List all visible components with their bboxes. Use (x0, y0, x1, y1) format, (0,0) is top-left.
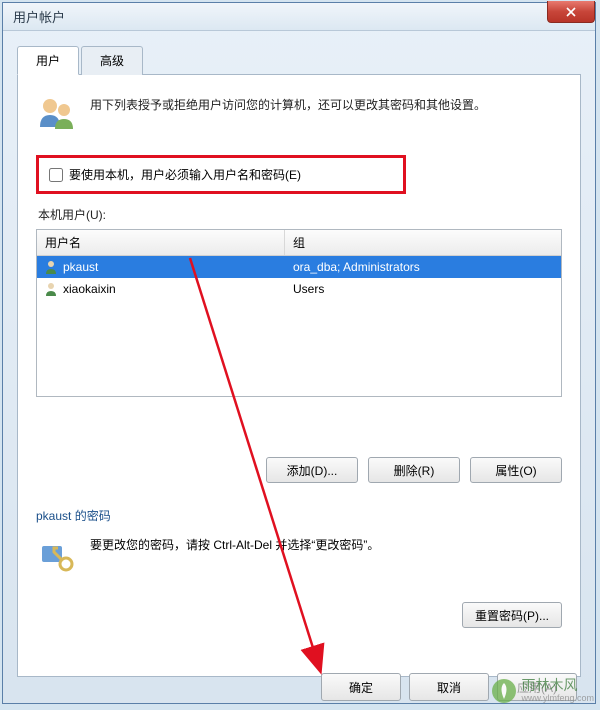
intro-row: 用下列表授予或拒绝用户访问您的计算机，还可以更改其密码和其他设置。 (36, 93, 562, 135)
tab-strip: 用户 高级 (17, 45, 581, 75)
watermark-text: 雨林木风 www.ylmfeng.com (521, 678, 594, 703)
titlebar: 用户帐户 (3, 3, 595, 31)
table-row[interactable]: xiaokaixin Users (37, 278, 561, 300)
tab-users[interactable]: 用户 (17, 46, 79, 75)
table-header: 用户名 组 (37, 230, 561, 256)
password-info-row: 要更改您的密码，请按 Ctrl-Alt-Del 并选择“更改密码”。 (36, 536, 562, 576)
user-buttons-row: 添加(D)... 删除(R) 属性(O) (36, 457, 562, 483)
reset-password-row: 重置密码(P)... (36, 602, 562, 628)
watermark: 雨林木风 www.ylmfeng.com (491, 678, 594, 704)
require-password-label: 要使用本机，用户必须输入用户名和密码(E) (69, 166, 301, 183)
group-cell: ora_dba; Administrators (285, 260, 561, 274)
user-icon (43, 259, 59, 275)
username-cell: xiaokaixin (63, 282, 285, 296)
user-accounts-window: 用户帐户 用户 高级 用下列表授予或拒绝用户访问您的计算机，还可以更改其密码和其… (2, 2, 596, 704)
password-legend: pkaust 的密码 (36, 507, 562, 524)
user-icon (43, 281, 59, 297)
close-button[interactable] (547, 1, 595, 23)
password-info-text: 要更改您的密码，请按 Ctrl-Alt-Del 并选择“更改密码”。 (90, 536, 379, 576)
cancel-button[interactable]: 取消 (409, 673, 489, 701)
delete-button[interactable]: 删除(R) (368, 457, 460, 483)
close-icon (566, 7, 576, 17)
reset-password-button[interactable]: 重置密码(P)... (462, 602, 562, 628)
key-icon (36, 536, 76, 576)
users-table: 用户名 组 pkaust ora_dba; Administrators xia… (36, 229, 562, 397)
password-section: pkaust 的密码 要更改您的密码，请按 Ctrl-Alt-Del 并选择“更… (36, 507, 562, 628)
table-row[interactable]: pkaust ora_dba; Administrators (37, 256, 561, 278)
properties-button[interactable]: 属性(O) (470, 457, 562, 483)
watermark-logo-icon (491, 678, 517, 704)
intro-text: 用下列表授予或拒绝用户访问您的计算机，还可以更改其密码和其他设置。 (90, 93, 486, 135)
local-users-label: 本机用户(U): (38, 206, 562, 223)
group-cell: Users (285, 282, 561, 296)
window-title: 用户帐户 (13, 7, 65, 26)
add-button[interactable]: 添加(D)... (266, 457, 358, 483)
ok-button[interactable]: 确定 (321, 673, 401, 701)
tab-content: 用下列表授予或拒绝用户访问您的计算机，还可以更改其密码和其他设置。 要使用本机，… (17, 75, 581, 677)
column-header-group[interactable]: 组 (285, 234, 561, 251)
tab-advanced[interactable]: 高级 (81, 46, 143, 75)
column-header-username[interactable]: 用户名 (37, 230, 285, 255)
users-group-icon (36, 93, 78, 135)
username-cell: pkaust (63, 260, 285, 274)
require-password-checkbox[interactable] (49, 168, 63, 182)
require-password-checkbox-row[interactable]: 要使用本机，用户必须输入用户名和密码(E) (36, 155, 406, 194)
